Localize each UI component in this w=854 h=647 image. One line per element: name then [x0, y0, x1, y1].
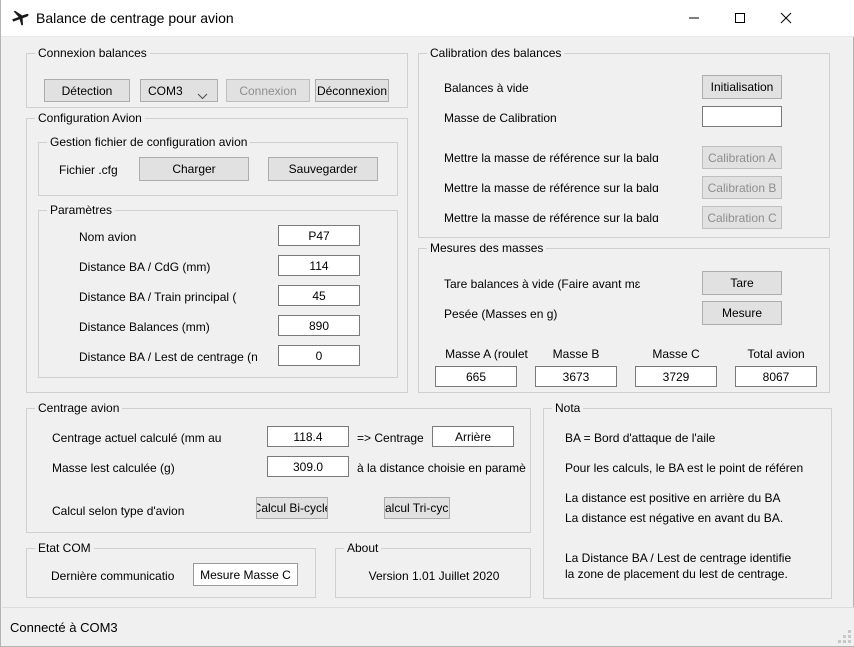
- tare-label: Tare balances à vide (Faire avant mɛ: [444, 277, 641, 291]
- masse-b-header: Masse B: [552, 347, 600, 361]
- group-mesures-masses: Mesures des masses Tare balances à vide …: [418, 241, 830, 393]
- status-bar: Connecté à COM3: [2, 607, 854, 646]
- param-label-2: Distance BA / Train principal (: [79, 290, 237, 304]
- group-legend-nota: Nota: [552, 401, 584, 415]
- group-about: About Version 1.01 Juillet 2020: [335, 541, 531, 598]
- fichier-cfg-label: Fichier .cfg: [59, 163, 118, 177]
- close-button[interactable]: [763, 0, 809, 36]
- chevron-down-icon: [197, 89, 208, 103]
- param-input-nom-avion[interactable]: P47: [278, 225, 360, 246]
- calibration-row-label-2: Mettre la masse de référence sur la balɑ: [444, 211, 659, 225]
- connexion-button[interactable]: Connexion: [226, 79, 310, 102]
- tare-button[interactable]: Tare: [702, 271, 782, 295]
- airplane-icon: [10, 8, 30, 28]
- com-port-select[interactable]: COM3: [140, 79, 218, 102]
- nota-line-1: Pour les calculs, le BA est le point de …: [565, 461, 804, 475]
- param-input-distance-ba-lest[interactable]: 0: [278, 345, 360, 366]
- group-legend-parametres: Paramètres: [47, 203, 116, 217]
- masse-lest-note: à la distance choisie en paramè: [357, 461, 526, 475]
- group-connexion-balances: Connexion balances Détection COM3 Connex…: [26, 46, 408, 108]
- calibration-a-button[interactable]: Calibration A: [702, 146, 782, 169]
- sauvegarder-button[interactable]: Sauvegarder: [268, 157, 378, 181]
- masse-a-header: Masse A (roulet: [445, 347, 528, 361]
- param-input-distance-ba-cdg[interactable]: 114: [278, 255, 360, 276]
- pesee-label: Pesée (Masses en g): [444, 307, 558, 321]
- group-etat-com: Etat COM Dernière communicatio Mesure Ma…: [26, 541, 316, 598]
- maximize-button[interactable]: [717, 0, 763, 36]
- balances-a-vide-label: Balances à vide: [444, 81, 529, 95]
- resize-grip[interactable]: [838, 630, 851, 643]
- status-text: Connecté à COM3: [10, 620, 118, 635]
- group-centrage-avion: Centrage avion Centrage actuel calculé (…: [26, 401, 531, 533]
- nota-line-2: La distance est positive en arrière du B…: [565, 491, 781, 505]
- masse-calibration-input[interactable]: [702, 106, 782, 127]
- total-avion-header: Total avion: [747, 347, 805, 361]
- masse-lest-value: 309.0: [267, 456, 349, 477]
- com-port-value: COM3: [148, 83, 183, 98]
- nota-line-3: La distance est négative en avant du BA.: [565, 511, 784, 525]
- calibration-row-label-1: Mettre la masse de référence sur la balɑ: [444, 181, 659, 195]
- calcul-bicycle-button[interactable]: Calcul Bi-cycle: [256, 497, 328, 519]
- param-label-3: Distance Balances (mm): [79, 320, 210, 334]
- calibration-c-button[interactable]: Calibration C: [702, 206, 782, 229]
- charger-button[interactable]: Charger: [139, 157, 249, 181]
- application-window: Balance de centrage pour avion Connexion…: [0, 0, 854, 647]
- detection-button[interactable]: Détection: [44, 79, 130, 102]
- masse-c-value: 3729: [635, 366, 717, 387]
- calcul-type-label: Calcul selon type d'avion: [52, 504, 185, 518]
- group-configuration-avion: Configuration Avion Gestion fichier de c…: [26, 111, 408, 393]
- group-gestion-fichier: Gestion fichier de configuration avion F…: [38, 135, 398, 196]
- masse-calibration-label: Masse de Calibration: [444, 111, 557, 125]
- derniere-communication-label: Dernière communicatio: [51, 569, 175, 583]
- calibration-b-button[interactable]: Calibration B: [702, 176, 782, 199]
- mesure-button[interactable]: Mesure: [702, 301, 782, 325]
- centrage-type-value: Arrière: [432, 426, 514, 447]
- param-label-0: Nom avion: [79, 230, 137, 244]
- calibration-row-label-0: Mettre la masse de référence sur la balɑ: [444, 151, 659, 165]
- param-label-1: Distance BA / CdG (mm): [79, 260, 211, 274]
- minimize-button[interactable]: [671, 0, 717, 36]
- group-legend-etat-com: Etat COM: [35, 541, 94, 555]
- group-legend-calibration: Calibration des balances: [427, 46, 565, 60]
- derniere-communication-value: Mesure Masse C: [193, 563, 298, 586]
- group-parametres: Paramètres Nom avion P47 Distance BA / C…: [38, 203, 398, 378]
- deconnexion-button[interactable]: Déconnexion: [315, 79, 389, 102]
- nota-line-0: BA = Bord d'attaque de l'aile: [565, 431, 716, 445]
- window-title: Balance de centrage pour avion: [36, 10, 234, 26]
- group-legend-about: About: [344, 541, 382, 555]
- param-input-distance-balances[interactable]: 890: [278, 315, 360, 336]
- centrage-actuel-value: 118.4: [267, 426, 349, 447]
- param-label-4: Distance BA / Lest de centrage (n: [79, 350, 258, 364]
- masse-lest-label: Masse lest calculée (g): [52, 461, 175, 475]
- masse-c-header: Masse C: [652, 347, 700, 361]
- group-legend-gestion-fichier: Gestion fichier de configuration avion: [47, 135, 251, 149]
- group-calibration: Calibration des balances Balances à vide…: [418, 46, 830, 238]
- calcul-tricycle-button[interactable]: Calcul Tri-cycle: [384, 497, 450, 519]
- centrage-actuel-label: Centrage actuel calculé (mm au: [52, 431, 222, 445]
- initialisation-button[interactable]: Initialisation: [702, 75, 782, 99]
- version-text: Version 1.01 Juillet 2020: [368, 569, 500, 583]
- param-input-distance-ba-train[interactable]: 45: [278, 285, 360, 306]
- group-legend-centrage-avion: Centrage avion: [35, 401, 123, 415]
- group-nota: Nota BA = Bord d'attaque de l'aile Pour …: [543, 401, 832, 599]
- total-avion-value: 8067: [735, 366, 817, 387]
- title-bar: Balance de centrage pour avion: [1, 0, 854, 37]
- group-legend-mesures-masses: Mesures des masses: [427, 241, 547, 255]
- masse-b-value: 3673: [535, 366, 617, 387]
- centrage-arrow-label: => Centrage: [357, 431, 424, 445]
- group-legend-configuration-avion: Configuration Avion: [35, 111, 145, 125]
- group-legend-connexion-balances: Connexion balances: [35, 46, 150, 60]
- nota-line-5: la zone de placement du lest de centrage…: [565, 567, 788, 581]
- nota-line-4: La Distance BA / Lest de centrage identi…: [565, 551, 792, 565]
- masse-a-value: 665: [435, 366, 517, 387]
